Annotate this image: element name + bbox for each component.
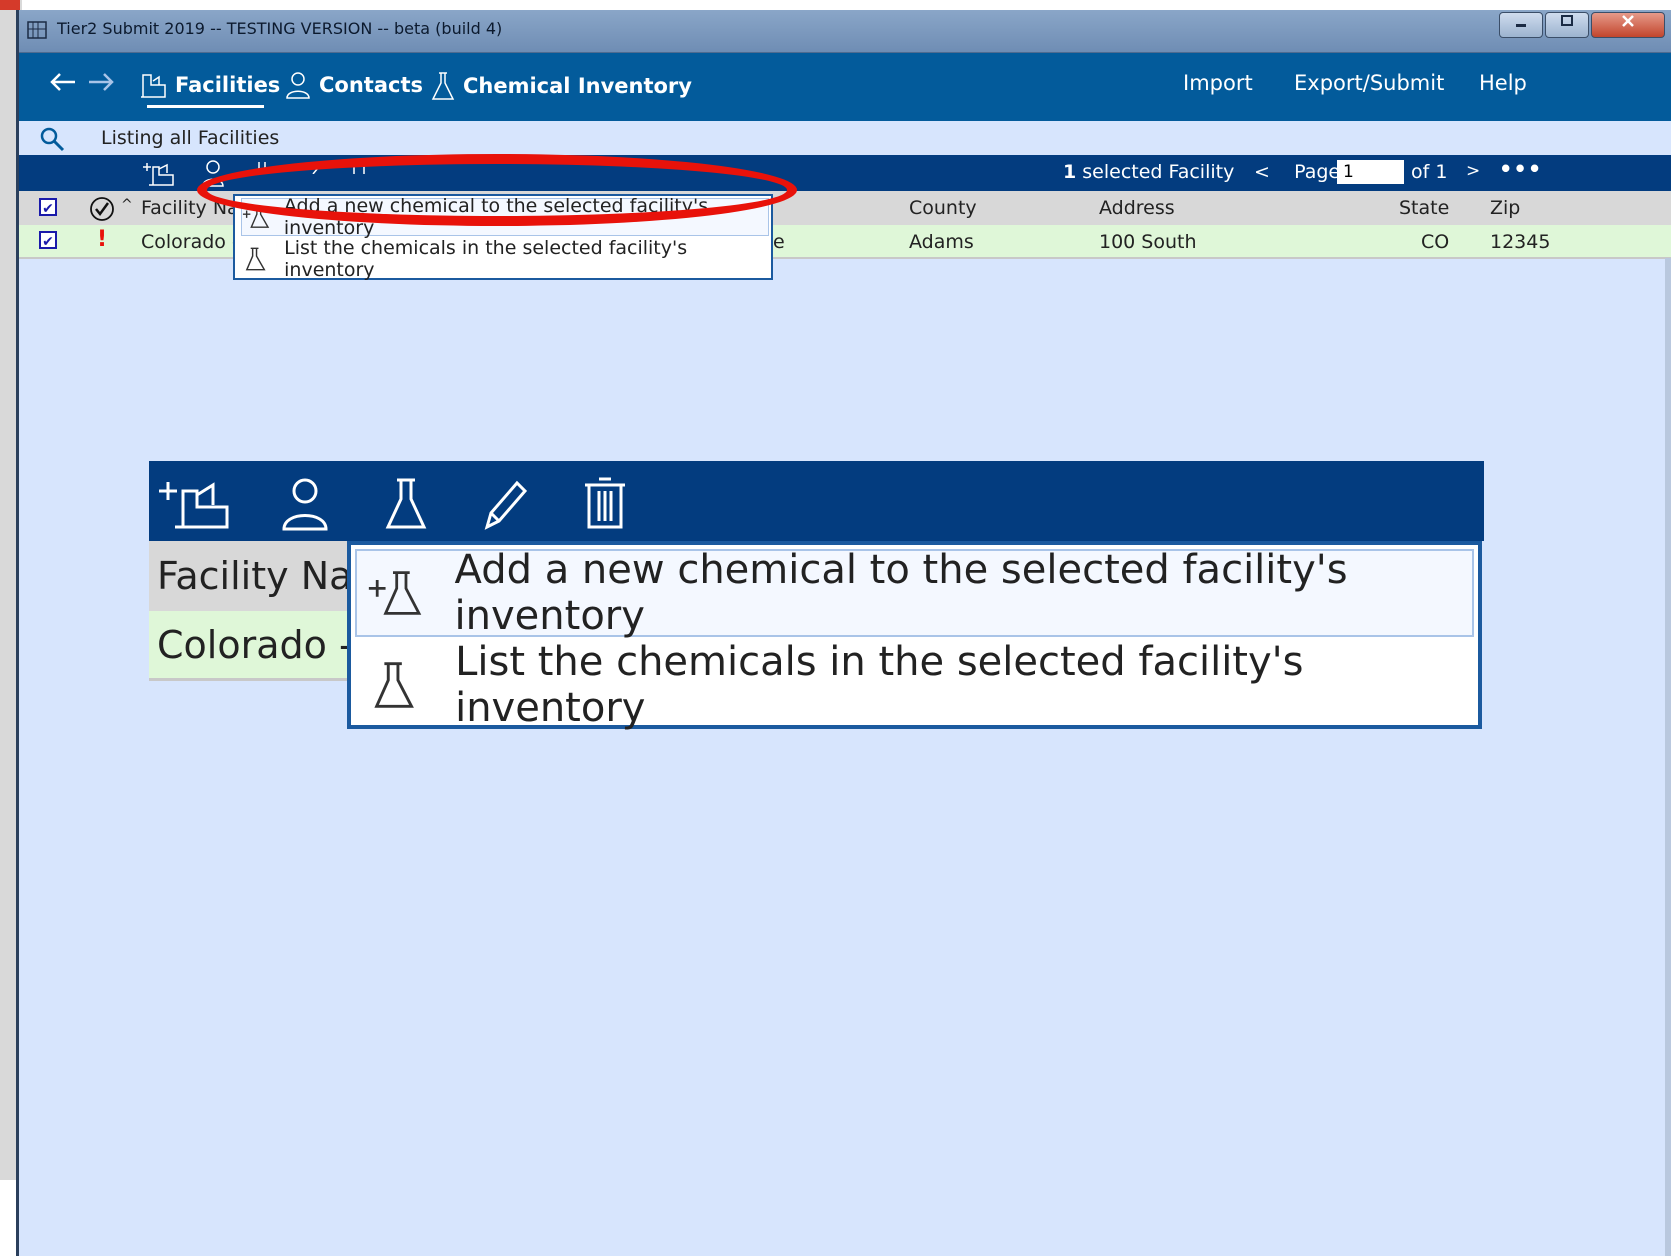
tab-contacts-label: Contacts bbox=[319, 73, 423, 97]
tab-facilities-label: Facilities bbox=[175, 73, 281, 97]
row-facility-name: Colorado - bbox=[141, 231, 239, 253]
minimize-button[interactable] bbox=[1499, 12, 1543, 38]
close-icon bbox=[1622, 15, 1634, 27]
menu-item-list-chemicals[interactable]: List the chemicals in the selected facil… bbox=[241, 237, 769, 281]
row-county: Adams bbox=[909, 231, 974, 253]
export-submit-button[interactable]: Export/Submit bbox=[1294, 71, 1444, 95]
row-checkbox[interactable]: ✔ bbox=[39, 231, 57, 250]
row-address: 100 South bbox=[1099, 231, 1197, 253]
import-button[interactable]: Import bbox=[1183, 71, 1253, 95]
forward-button[interactable] bbox=[87, 71, 115, 93]
menu-item-list-chemicals-label: List the chemicals in the selected facil… bbox=[284, 237, 688, 281]
desktop-red-shape bbox=[0, 0, 20, 10]
export-submit-label: Export/Submit bbox=[1294, 71, 1445, 95]
window-title: Tier2 Submit 2019 -- TESTING VERSION -- … bbox=[57, 19, 503, 38]
window-controls bbox=[1497, 12, 1665, 38]
minimize-icon bbox=[1516, 24, 1526, 27]
row-zip: 12345 bbox=[1490, 231, 1551, 253]
help-button[interactable]: Help bbox=[1479, 71, 1527, 95]
page-label: Page bbox=[1294, 161, 1341, 183]
arrow-right-icon bbox=[89, 73, 114, 91]
flask-icon bbox=[385, 478, 427, 529]
flask-icon bbox=[245, 247, 266, 271]
zoomed-dropdown-menu: Add a new chemical to the selected facil… bbox=[347, 541, 1482, 731]
header-address[interactable]: Address bbox=[1099, 197, 1175, 219]
selected-count: 1 bbox=[1063, 161, 1077, 183]
back-button[interactable] bbox=[49, 71, 77, 93]
header-county[interactable]: County bbox=[909, 197, 977, 219]
add-facility-icon[interactable] bbox=[141, 159, 175, 191]
add-flask-icon bbox=[368, 571, 422, 615]
person-icon bbox=[282, 478, 328, 531]
select-all-checkbox[interactable]: ✔ bbox=[39, 198, 57, 217]
zoomed-row-facility-name: Colorado - bbox=[149, 611, 349, 681]
tab-chemical-inventory-label: Chemical Inventory bbox=[463, 74, 692, 98]
zoomed-header-facility-name: Facility Na bbox=[149, 541, 349, 611]
trash-icon bbox=[585, 477, 625, 529]
search-icon[interactable] bbox=[39, 126, 65, 156]
selected-label: selected Facility bbox=[1082, 161, 1235, 183]
zoomed-toolbar bbox=[149, 461, 1484, 541]
highlight-annotation-oval bbox=[197, 154, 797, 226]
zoomed-list-chemicals-label: List the chemicals in the selected facil… bbox=[455, 639, 1304, 731]
row-name-trail: e bbox=[773, 231, 785, 253]
facility-icon bbox=[141, 74, 166, 98]
more-options-button[interactable]: ••• bbox=[1499, 157, 1542, 181]
zoomed-add-chemical-label: Add a new chemical to the selected facil… bbox=[454, 547, 1348, 639]
sort-ascending-icon[interactable]: ^ bbox=[121, 197, 133, 213]
active-tab-indicator bbox=[147, 105, 264, 108]
add-facility-icon bbox=[159, 482, 229, 529]
pencil-icon bbox=[484, 480, 527, 530]
header-state[interactable]: State bbox=[1399, 197, 1449, 219]
main-nav: Facilities Contacts Chemical Inventory I… bbox=[19, 53, 1671, 121]
page-nav: < Page bbox=[1254, 161, 1340, 183]
search-bar: Listing all Facilities bbox=[19, 121, 1671, 155]
zoomed-callout: Facility Na Colorado - Add a new chemica… bbox=[149, 461, 1484, 739]
help-label: Help bbox=[1479, 71, 1527, 95]
maximize-icon bbox=[1561, 15, 1573, 26]
app-window: Tier2 Submit 2019 -- TESTING VERSION -- … bbox=[16, 10, 1671, 1256]
selected-count-text: 1 selected Facility bbox=[1063, 161, 1234, 183]
status-column-icon[interactable] bbox=[89, 196, 115, 227]
header-zip[interactable]: Zip bbox=[1490, 197, 1520, 219]
page-total: of 1 bbox=[1411, 161, 1448, 183]
flask-icon bbox=[374, 662, 414, 708]
page-number-input[interactable] bbox=[1337, 160, 1404, 184]
prev-page-button[interactable]: < bbox=[1254, 161, 1270, 183]
maximize-button[interactable] bbox=[1545, 12, 1589, 38]
search-status: Listing all Facilities bbox=[101, 127, 280, 149]
person-icon bbox=[286, 72, 310, 99]
next-page-button[interactable]: > bbox=[1466, 161, 1480, 181]
warning-icon: ! bbox=[97, 227, 108, 252]
zoomed-menu-item-list-chemicals[interactable]: List the chemicals in the selected facil… bbox=[355, 639, 1474, 731]
row-state: CO bbox=[1421, 231, 1450, 253]
tab-facilities[interactable]: Facilities bbox=[139, 71, 280, 99]
scrollbar[interactable] bbox=[1665, 258, 1671, 1256]
title-bar: Tier2 Submit 2019 -- TESTING VERSION -- … bbox=[19, 10, 1671, 53]
app-icon bbox=[27, 20, 47, 40]
tab-contacts[interactable]: Contacts bbox=[285, 71, 423, 99]
flask-icon bbox=[431, 72, 455, 100]
close-button[interactable] bbox=[1591, 12, 1665, 38]
zoomed-menu-item-add-chemical[interactable]: Add a new chemical to the selected facil… bbox=[355, 547, 1474, 639]
import-label: Import bbox=[1183, 71, 1253, 95]
arrow-left-icon bbox=[50, 73, 75, 91]
tab-chemical-inventory[interactable]: Chemical Inventory bbox=[431, 71, 692, 101]
